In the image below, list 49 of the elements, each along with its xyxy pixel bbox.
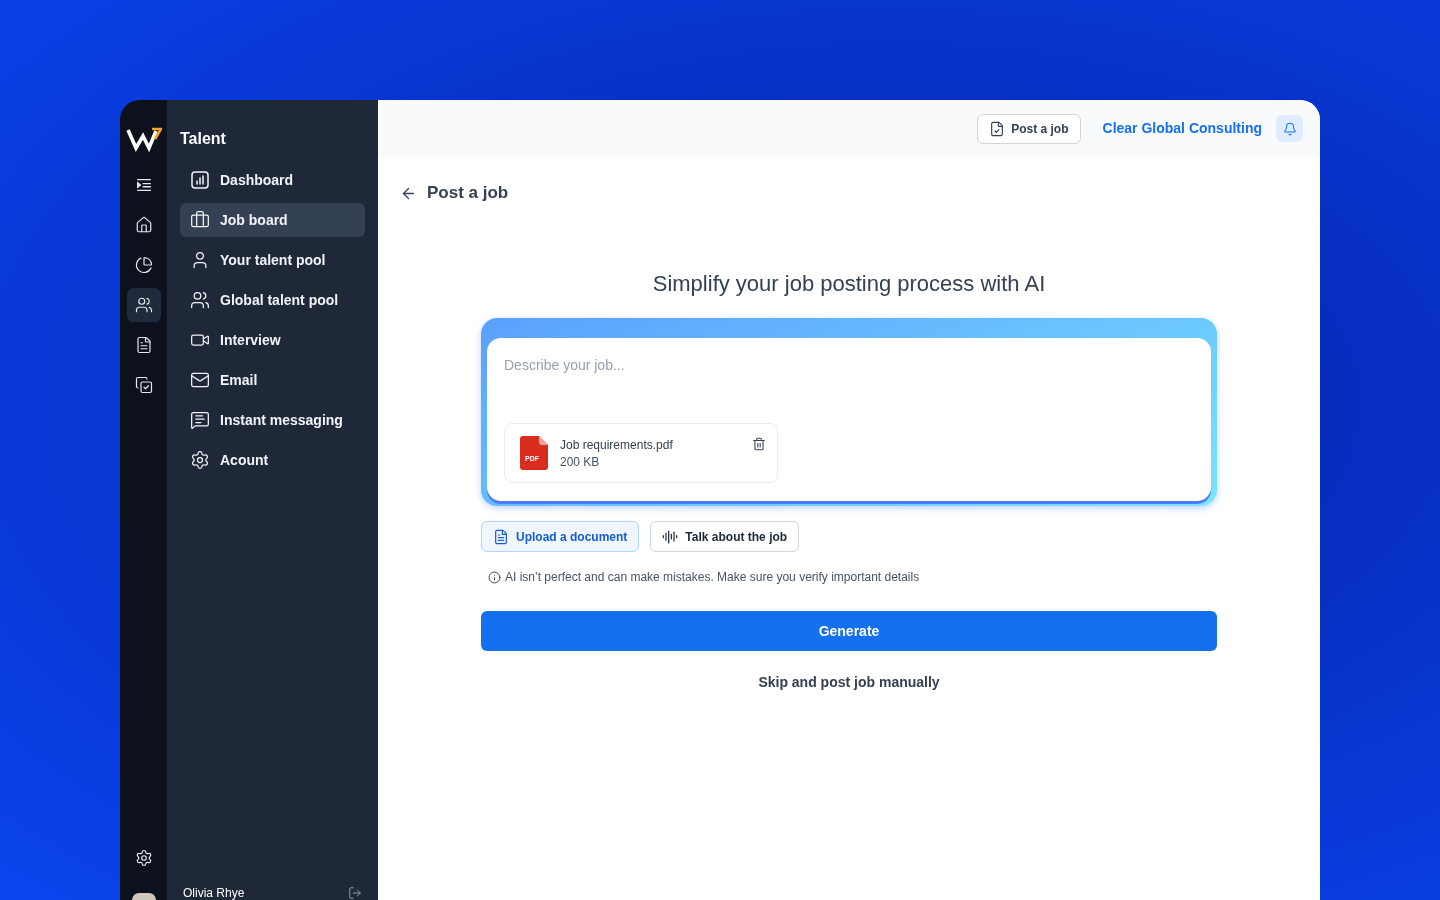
delete-button[interactable] xyxy=(752,437,766,451)
sidebar-title: Talent xyxy=(180,129,227,149)
home-icon xyxy=(134,216,153,234)
nav-item[interactable]: Global talent pool xyxy=(180,283,365,317)
nav-item[interactable]: Interview xyxy=(180,323,365,357)
users-icon xyxy=(134,296,153,314)
nav-rail-button[interactable] xyxy=(126,288,161,322)
list-indent-icon xyxy=(134,176,153,194)
nav-item[interactable]: Your talent pool xyxy=(180,243,365,277)
users-icon xyxy=(190,290,210,310)
settings-icon xyxy=(134,849,153,867)
message-icon xyxy=(190,410,210,430)
nav-item[interactable]: Email xyxy=(180,363,365,397)
notifications-button[interactable] xyxy=(1276,115,1303,142)
logo-icon xyxy=(125,126,162,152)
file-name: Job requirements.pdf xyxy=(560,437,674,453)
bar-chart-icon xyxy=(190,170,210,190)
company-link[interactable]: Clear Global Consulting xyxy=(1102,118,1262,139)
settings-icon xyxy=(190,450,210,470)
page-title: Post a job xyxy=(427,182,509,205)
post-job-button[interactable]: Post a job xyxy=(977,113,1081,144)
file-check-icon xyxy=(989,120,1006,137)
nav-item[interactable]: Job board xyxy=(180,203,365,237)
file-size: 200 KB xyxy=(560,454,601,470)
action-button[interactable]: Upload a document xyxy=(481,521,640,552)
logout-button[interactable] xyxy=(348,886,362,900)
job-description-field[interactable]: Describe your job... xyxy=(504,356,1194,408)
action-button[interactable]: Talk about the job xyxy=(650,521,800,552)
pdf-file-icon xyxy=(520,436,548,470)
nav-item[interactable]: Dashboard xyxy=(180,163,365,197)
page-heading: Simplify your job posting process with AI xyxy=(651,270,1047,298)
document-icon xyxy=(134,336,153,354)
generate-button[interactable]: Generate xyxy=(481,611,1217,651)
bell-icon xyxy=(1282,121,1297,136)
sound-wave-icon xyxy=(662,528,679,545)
logout-icon xyxy=(348,886,362,900)
briefcase-icon xyxy=(190,210,210,230)
nav-item[interactable]: Acount xyxy=(180,443,365,477)
mail-icon xyxy=(190,370,210,390)
nav-item[interactable]: Instant messaging xyxy=(180,403,365,437)
document-icon xyxy=(493,528,509,545)
info-icon xyxy=(488,570,501,584)
notice-text: AI isn’t perfect and can make mistakes. Make sure you verify important details xyxy=(505,569,920,585)
trash-icon xyxy=(752,437,766,451)
pie-chart-icon xyxy=(134,256,153,274)
user-name: Olivia Rhye xyxy=(183,886,245,900)
avatar xyxy=(131,893,156,900)
copy-check-icon xyxy=(134,376,153,394)
skip-button[interactable]: Skip and post job manually xyxy=(758,672,940,692)
